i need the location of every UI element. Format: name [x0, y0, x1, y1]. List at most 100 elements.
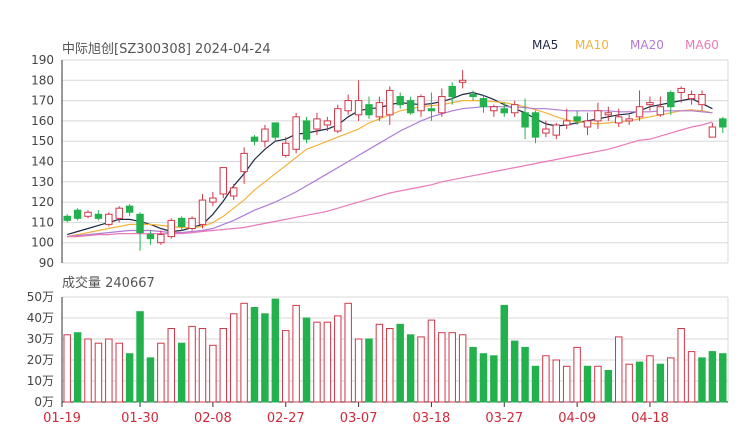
volume-bar	[250, 307, 259, 403]
candle-body	[375, 102, 384, 118]
volume-bar	[63, 334, 71, 403]
x-tick-label: 04-18	[631, 411, 669, 426]
candle-body	[521, 112, 529, 128]
candle-body	[157, 234, 165, 244]
candle-body	[479, 98, 488, 108]
candle-body	[198, 199, 207, 225]
candle-body	[282, 142, 290, 156]
price-ytick-label: 90	[39, 256, 54, 270]
volume-bar	[635, 361, 644, 403]
volume-bar	[323, 321, 332, 403]
volume-bar	[105, 338, 113, 403]
x-tick-label: 03-27	[485, 411, 523, 426]
volume-bar	[334, 315, 342, 403]
candle-body	[334, 108, 342, 132]
volume-ytick-label: 50万	[27, 290, 54, 304]
volume-bar	[240, 302, 248, 403]
volume-bar	[157, 342, 165, 403]
candle-body	[271, 122, 280, 138]
candle-body	[438, 96, 446, 114]
volume-bar	[406, 334, 415, 403]
candle-body	[667, 91, 675, 108]
candle-body	[261, 128, 269, 142]
volume-bar	[427, 319, 436, 403]
price-ytick-label: 160	[31, 114, 54, 128]
candle-body	[500, 108, 508, 114]
volume-bar	[229, 313, 238, 403]
candle-body	[94, 213, 103, 219]
candle-body	[708, 126, 717, 138]
volume-ytick-label: 0万	[34, 395, 54, 409]
candle-body	[105, 213, 113, 225]
candle-body	[396, 96, 404, 106]
candle-body	[177, 217, 186, 227]
volume-bar	[84, 338, 92, 403]
candle-body	[63, 215, 71, 221]
volume-bar	[719, 353, 727, 403]
volume-bar	[510, 340, 519, 403]
candle-body	[687, 94, 696, 100]
candle-body	[219, 167, 228, 195]
x-tick-label: 03-07	[340, 411, 378, 426]
volume-bar	[677, 328, 685, 403]
candle-body	[354, 100, 363, 116]
ma60-line	[67, 121, 713, 238]
volume-bar	[604, 370, 613, 403]
volume-bar	[313, 321, 321, 403]
volume-bar	[375, 323, 384, 403]
candle-body	[542, 128, 550, 134]
candle-body	[448, 85, 456, 98]
volume-bar	[292, 304, 300, 403]
candle-body	[209, 197, 217, 203]
candle-body	[417, 96, 425, 112]
ma20-line	[67, 106, 713, 238]
candle-body	[136, 213, 144, 234]
volume-bar	[656, 363, 665, 403]
volume-bar	[125, 353, 134, 403]
candle-body	[250, 136, 259, 142]
price-ytick-label: 150	[31, 134, 54, 148]
volume-bar	[271, 298, 280, 403]
volume-bar	[458, 334, 467, 403]
candle-body	[531, 112, 540, 138]
x-tick-label: 02-08	[194, 411, 232, 426]
volume-ytick-label: 10万	[27, 374, 54, 388]
volume-bar	[615, 336, 623, 403]
volume-bar	[188, 325, 196, 403]
price-ytick-label: 110	[31, 215, 54, 229]
candle-body	[573, 116, 581, 122]
price-ytick-label: 130	[31, 175, 54, 189]
candle-body	[698, 94, 706, 106]
candle-body	[167, 219, 175, 238]
candle-body	[240, 152, 248, 173]
volume-ytick-label: 30万	[27, 332, 54, 346]
x-tick-label: 04-09	[558, 411, 596, 426]
volume-bar	[386, 328, 394, 403]
candle-body	[490, 106, 498, 112]
volume-bar	[354, 338, 363, 403]
volume-bar	[365, 338, 373, 403]
candle-body	[188, 217, 196, 229]
candle-body	[313, 118, 321, 130]
x-tick-label: 01-30	[121, 411, 159, 426]
price-ytick-label: 190	[31, 53, 54, 67]
price-ytick-label: 180	[31, 73, 54, 87]
volume-bar	[708, 351, 717, 403]
volume-bar	[448, 332, 456, 403]
volume-bar	[667, 357, 675, 403]
candle-body	[323, 120, 332, 126]
x-tick-label: 02-27	[267, 411, 305, 426]
volume-bar	[136, 311, 144, 403]
candle-body	[125, 205, 134, 213]
candle-body	[469, 94, 477, 98]
volume-bar	[344, 302, 352, 403]
candle-body	[386, 89, 394, 116]
candle-body	[646, 102, 654, 106]
volume-bar	[167, 328, 175, 403]
price-ytick-label: 170	[31, 94, 54, 108]
candle-body	[625, 118, 633, 122]
stock-chart: 190 180 170 160 150 140 130 120 110 100 90 50万 40万 30…	[27, 53, 729, 426]
candle-body	[115, 207, 123, 219]
volume-bar	[562, 365, 571, 403]
volume-bar	[500, 304, 508, 403]
